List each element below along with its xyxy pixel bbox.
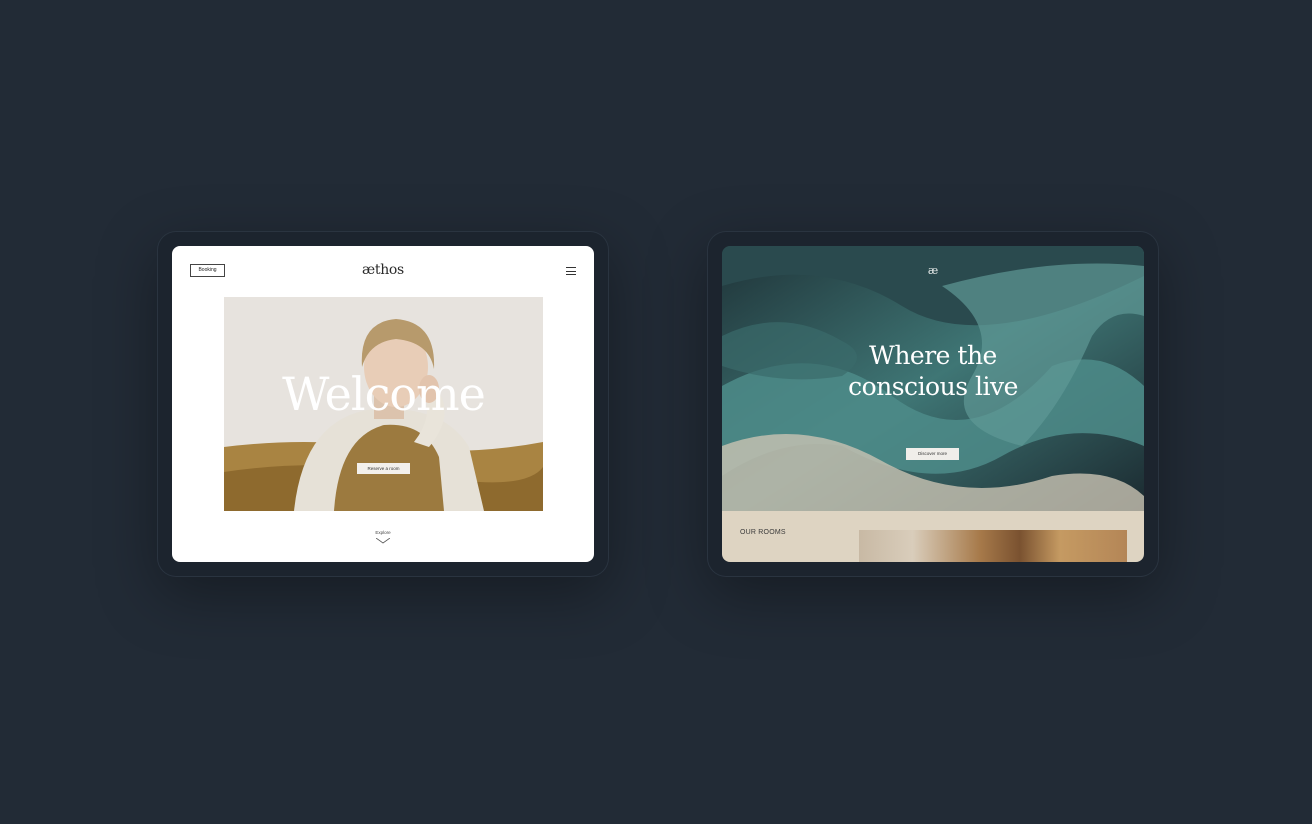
showcase-stage: Booking æthos Welcome Reserve a room Exp… (0, 0, 1312, 824)
reserve-room-button[interactable]: Reserve a room (357, 463, 410, 474)
brand-logo[interactable]: æthos (172, 262, 594, 278)
discover-more-button[interactable]: Discover more (906, 448, 959, 460)
hero-title: Welcome (282, 367, 486, 421)
brand-mark-logo[interactable]: æ (722, 264, 1144, 277)
explore-label[interactable]: Explore (172, 530, 594, 535)
rooms-section: OUR ROOMS (722, 511, 1144, 562)
menu-icon[interactable] (566, 267, 576, 275)
hero-photo: Welcome Reserve a room (224, 297, 543, 511)
chevron-down-icon[interactable] (376, 538, 390, 544)
rooms-section-title: OUR ROOMS (740, 529, 786, 536)
headline-line-2: conscious live (848, 372, 1018, 401)
headline-line-1: Where the (869, 341, 997, 370)
hero-headline: Where the conscious live (722, 340, 1144, 402)
tablet-frame-right: æ Where the conscious live Discover more… (708, 232, 1158, 576)
room-photo[interactable] (859, 530, 1127, 562)
website-screen-conscious: æ Where the conscious live Discover more… (722, 246, 1144, 562)
website-screen-welcome: Booking æthos Welcome Reserve a room Exp… (172, 246, 594, 562)
tablet-frame-left: Booking æthos Welcome Reserve a room Exp… (158, 232, 608, 576)
